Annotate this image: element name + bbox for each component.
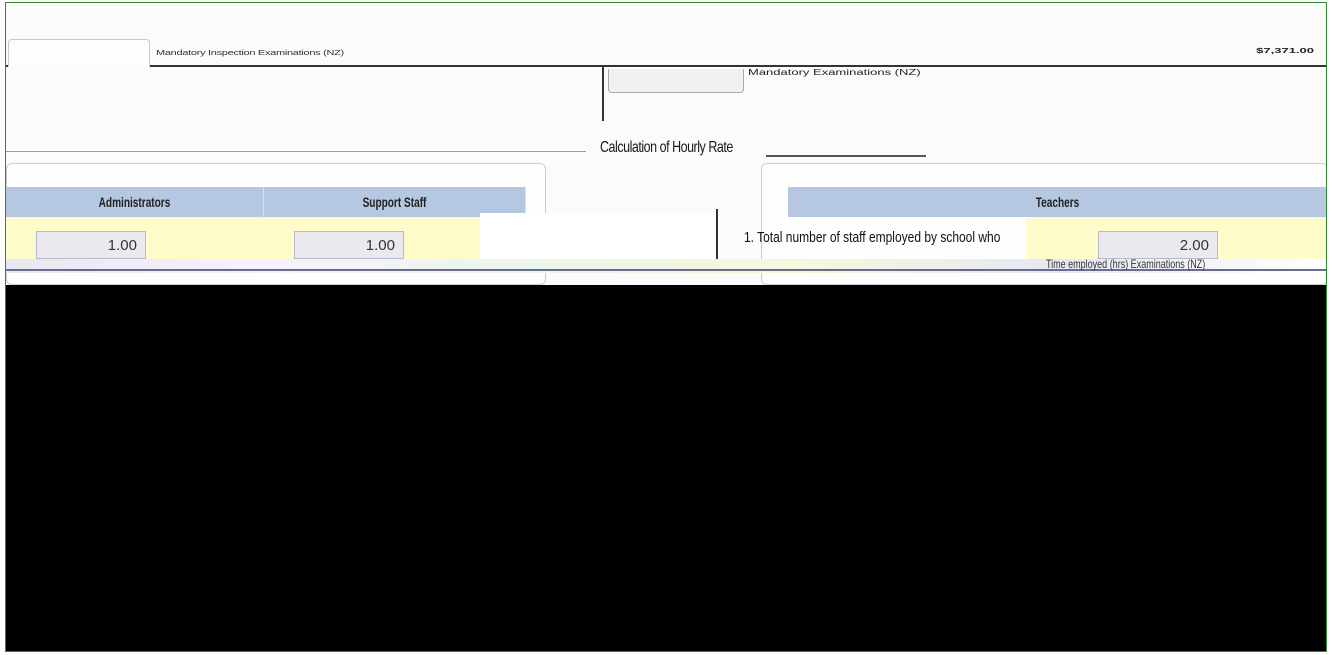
support-staff-count-input[interactable]: 1.00: [294, 231, 404, 259]
divider-line-right: [766, 155, 926, 157]
column-header-label: Administrators: [98, 194, 171, 210]
examination-select[interactable]: [608, 69, 744, 93]
strip-caption: Time employed (hrs) Examinations (NZ): [1046, 257, 1206, 271]
teachers-count-input[interactable]: 2.00: [1098, 231, 1218, 259]
column-header-teachers: Teachers: [788, 187, 1326, 217]
column-header-label: Teachers: [1035, 194, 1080, 210]
total-amount: $7,371.00: [1256, 46, 1314, 55]
top-bar: Mandatory Inspection Examinations (NZ) $…: [6, 3, 1326, 67]
column-header-administrators: Administrators: [6, 187, 264, 217]
divider-line: [6, 151, 586, 152]
examination-caption: Mandatory Examinations (NZ): [748, 68, 921, 77]
vertical-divider: [602, 67, 604, 121]
row-question: 1. Total number of staff employed by sch…: [744, 229, 1001, 246]
administrators-count-input[interactable]: 1.00: [36, 231, 146, 259]
column-header-label: Support Staff: [362, 194, 427, 210]
unrendered-region: [6, 285, 1326, 651]
back-button[interactable]: [8, 39, 150, 67]
section-title: Calculation of Hourly Rate: [600, 139, 733, 156]
top-caption: Mandatory Inspection Examinations (NZ): [156, 48, 344, 58]
blank-cell: [480, 213, 720, 259]
app-window: Mandatory Inspection Examinations (NZ) $…: [5, 2, 1327, 652]
vertical-divider: [716, 209, 718, 259]
